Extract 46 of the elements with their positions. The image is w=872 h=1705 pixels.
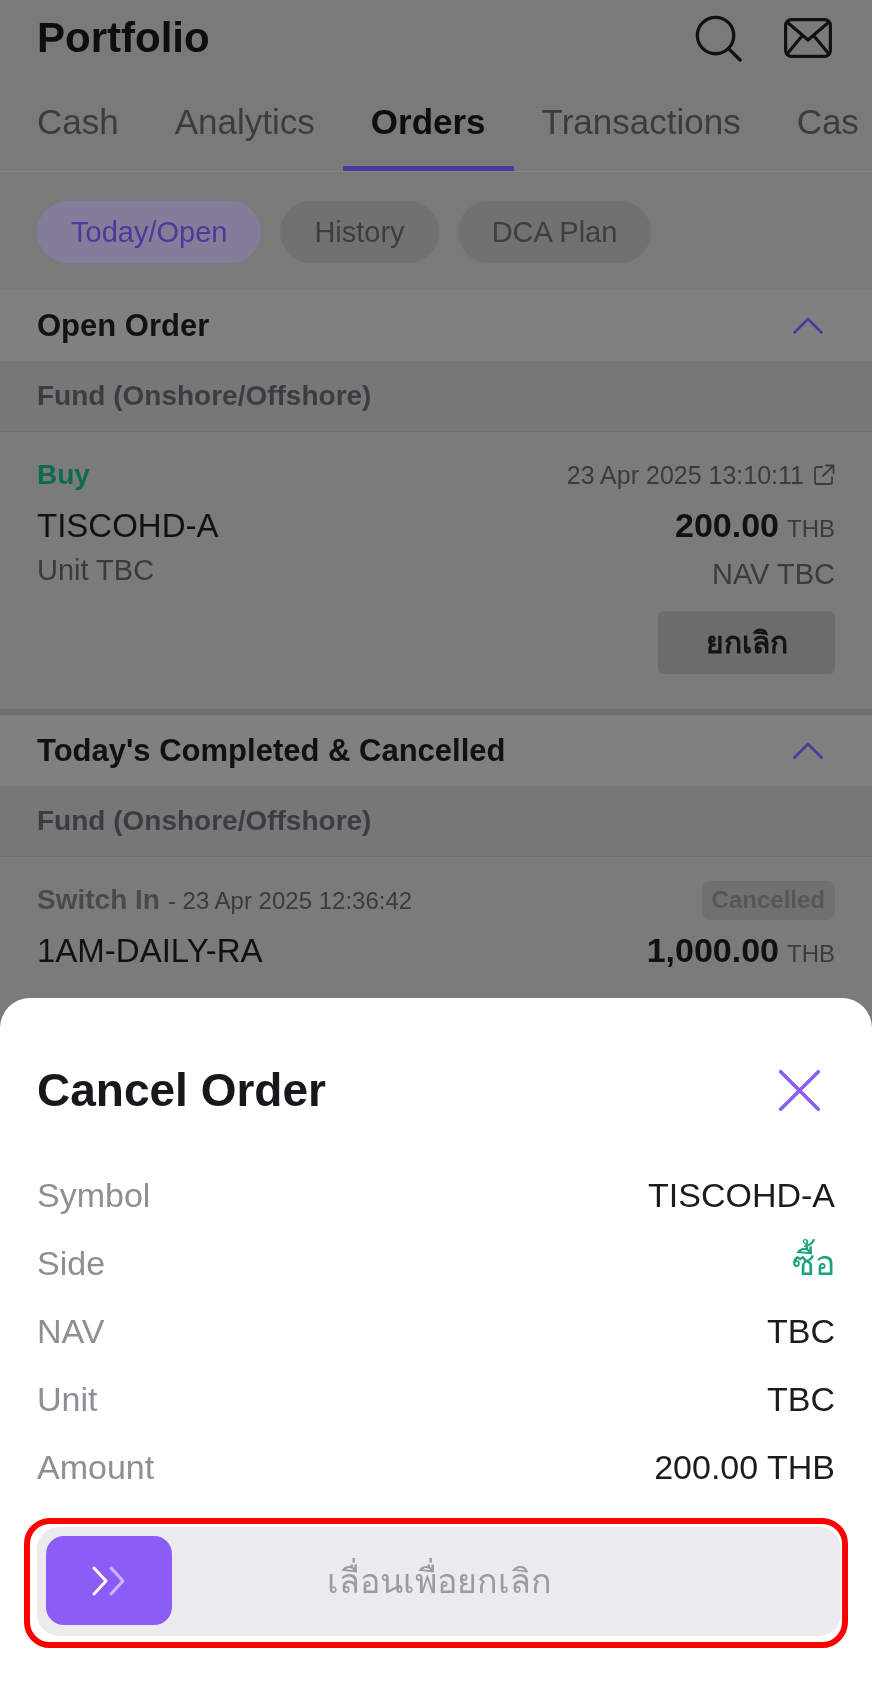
currency-label: THB	[787, 942, 835, 966]
slider-label: เลื่อนเพื่อยกเลิก	[326, 1554, 552, 1609]
tab[interactable]: Cas	[768, 76, 867, 171]
filter-chip[interactable]: Today/Open	[37, 201, 262, 263]
section-title: Today's Completed & Cancelled	[37, 735, 506, 766]
slider-thumb[interactable]	[46, 1536, 172, 1625]
close-icon[interactable]	[778, 1068, 821, 1112]
chevron-up-icon[interactable]	[793, 742, 823, 759]
order-time: - 23 Apr 2025 12:36:42	[167, 889, 413, 913]
tab[interactable]: Analytics	[146, 76, 343, 171]
chevron-up-icon[interactable]	[793, 317, 823, 334]
section-header[interactable]: Open Order	[0, 290, 872, 361]
fund-symbol: 1AM-DAILY-RA	[37, 933, 263, 967]
external-link-icon[interactable]	[813, 464, 835, 486]
detail-value: TISCOHD-A	[648, 1174, 835, 1216]
detail-value: TBC	[767, 1378, 835, 1420]
double-chevron-right-icon	[92, 1565, 126, 1596]
detail-value: ซื้อ	[792, 1237, 835, 1289]
detail-label: Side	[37, 1242, 106, 1284]
order-time: 23 Apr 2025 13:10:11	[566, 462, 804, 488]
group-title: Fund (Onshore/Offshore)	[37, 382, 372, 410]
mail-icon[interactable]	[784, 18, 832, 58]
nav-text: NAV TBC	[712, 559, 835, 589]
detail-value: 200.00 THB	[654, 1446, 835, 1488]
detail-label: NAV	[37, 1310, 105, 1352]
page-title: Portfolio	[37, 17, 210, 59]
search-icon[interactable]	[695, 14, 742, 62]
currency-label: THB	[787, 517, 835, 541]
tab[interactable]: Orders	[342, 76, 514, 171]
detail-label: Symbol	[37, 1174, 151, 1216]
order-amount: 200.00	[675, 508, 779, 542]
cancel-button[interactable]: ยกเลิก	[658, 611, 835, 674]
section-header[interactable]: Today's Completed & Cancelled	[0, 715, 872, 786]
group-title: Fund (Onshore/Offshore)	[37, 807, 372, 835]
section-title: Open Order	[37, 310, 210, 341]
order-amount: 1,000.00	[646, 933, 779, 967]
sheet-title: Cancel Order	[37, 1067, 326, 1113]
detail-value: TBC	[767, 1310, 835, 1352]
detail-label: Unit	[37, 1378, 98, 1420]
slider-track[interactable]: เลื่อนเพื่อยกเลิก	[37, 1527, 841, 1636]
fund-symbol: TISCOHD-A	[37, 508, 219, 542]
tab[interactable]: Cash	[9, 76, 147, 171]
tab[interactable]: Transactions	[513, 76, 769, 171]
unit-text: Unit TBC	[37, 555, 155, 585]
order-side: Buy	[37, 461, 90, 489]
detail-label: Amount	[37, 1446, 155, 1488]
